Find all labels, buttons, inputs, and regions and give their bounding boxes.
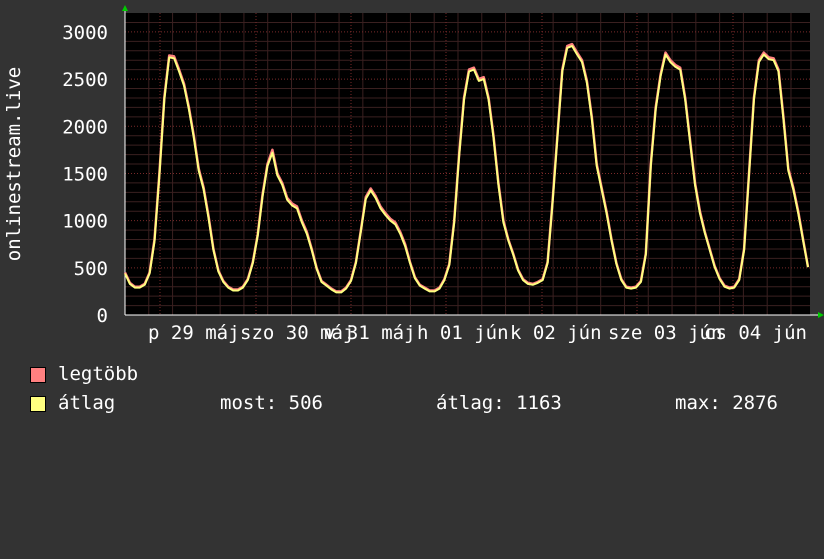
y-tick-label: 2000 bbox=[62, 116, 108, 138]
y-tick-label: 0 bbox=[97, 305, 108, 327]
chart-container: 0 500 1000 1500 2000 2500 3000 p 29 máj szo 30 m… bbox=[0, 0, 824, 430]
x-tick-label: k 02 jún bbox=[510, 322, 602, 344]
legend-swatch-legtobb bbox=[30, 367, 46, 383]
x-tick-label: h 01 jún bbox=[417, 322, 509, 344]
y-tick-label: 3000 bbox=[62, 22, 108, 44]
y-tick-label: 1000 bbox=[62, 211, 108, 233]
x-tick-label: v 31 máj bbox=[324, 322, 416, 344]
y-axis-arrow bbox=[122, 5, 128, 11]
legend-label-legtobb: legtöbb bbox=[58, 363, 139, 385]
stat-max: max: 2876 bbox=[675, 392, 778, 414]
y-axis-label: onlinestream.live bbox=[3, 67, 25, 261]
legend-item-atlag: átlag most: 506 átlag: 1163 max: 2876 bbox=[30, 391, 820, 415]
stat-most: most: 506 bbox=[220, 392, 323, 414]
y-tick-label: 1500 bbox=[62, 163, 108, 185]
y-tick-label: 500 bbox=[74, 258, 108, 280]
y-tick-label: 2500 bbox=[62, 69, 108, 91]
legend-item-legtobb: legtöbb bbox=[30, 362, 138, 386]
x-axis-arrow bbox=[818, 312, 824, 318]
legend-label-atlag: átlag bbox=[58, 392, 116, 414]
x-tick-label: p 29 máj bbox=[148, 322, 240, 344]
x-tick-label: cs 04 jún bbox=[704, 322, 807, 344]
legend-swatch-atlag bbox=[30, 396, 46, 412]
stat-atlag: átlag: 1163 bbox=[436, 392, 562, 414]
